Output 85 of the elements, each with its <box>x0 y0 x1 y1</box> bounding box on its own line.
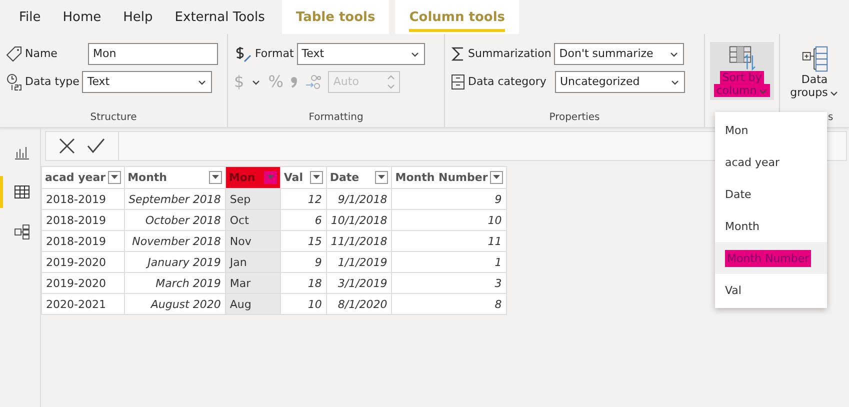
table-cell: March 2019 <box>124 272 226 294</box>
column-header[interactable]: acad year <box>42 166 124 188</box>
table-cell: October 2018 <box>124 210 226 230</box>
table-cell: 2018-2019 <box>42 188 124 210</box>
format-label: Format <box>255 47 294 60</box>
summarization-label: Summarization <box>468 47 552 60</box>
table-cell: Aug <box>225 294 280 314</box>
bar-chart-icon <box>14 144 30 160</box>
table-cell: 6 <box>280 210 326 230</box>
clock-number-icon <box>6 72 22 90</box>
tag-icon <box>6 46 22 62</box>
table-cell: Sep <box>225 188 280 210</box>
model-icon <box>14 224 30 240</box>
menu-item[interactable]: Date <box>715 178 827 210</box>
table-cell: 11 <box>392 230 506 252</box>
group-label: Formatting <box>308 112 364 125</box>
group-label: Properties <box>548 112 601 125</box>
filter-dropdown-icon[interactable] <box>310 171 323 184</box>
table-cell: January 2019 <box>124 252 226 272</box>
data-type-dropdown[interactable]: Text <box>82 70 212 92</box>
ribbon-tab[interactable]: File <box>8 0 52 34</box>
filter-dropdown-icon[interactable] <box>490 171 503 184</box>
table-cell: 1 <box>392 252 506 272</box>
table-cell: Nov <box>225 230 280 252</box>
filter-dropdown-icon[interactable] <box>375 171 388 184</box>
table-cell: 2019-2020 <box>42 272 124 294</box>
table-cell: Jan <box>225 252 280 272</box>
summarization-dropdown[interactable]: Don't summarize <box>554 42 684 64</box>
table-cell: Mar <box>225 272 280 294</box>
data-category-label: Data category <box>468 75 548 88</box>
group-label: s <box>828 112 834 123</box>
data-type-label: Data type <box>25 75 80 88</box>
menu-item[interactable]: Val <box>715 274 827 306</box>
table-cell: 8 <box>392 294 506 314</box>
ribbon-tab[interactable]: Home <box>52 0 112 34</box>
data-category-dropdown[interactable]: Uncategorized <box>555 70 685 92</box>
table-cell: 12 <box>280 188 326 210</box>
grouping-list-icon <box>800 45 828 73</box>
table-cell: 15 <box>280 230 326 252</box>
table-cell: 1/1/2019 <box>326 252 392 272</box>
menu-item[interactable]: Month <box>715 210 827 242</box>
table-cell: 9/1/2018 <box>326 188 392 210</box>
table-cell: 11/1/2018 <box>326 230 392 252</box>
check-icon[interactable] <box>86 137 106 155</box>
name-label: Name <box>25 47 58 60</box>
decimal-icon <box>305 74 322 90</box>
table-cell: 3 <box>392 272 506 294</box>
table-cell: 2019-2020 <box>42 252 124 272</box>
ribbon-tab[interactable]: External Tools <box>164 0 276 34</box>
sigma-icon <box>451 46 465 62</box>
data-groups-button[interactable]: Data groups <box>786 42 843 102</box>
table-cell: September 2018 <box>124 188 226 210</box>
column-header[interactable]: Val <box>280 166 326 188</box>
cabinet-icon <box>451 74 465 90</box>
close-icon[interactable] <box>58 137 76 155</box>
table-cell: November 2018 <box>124 230 226 252</box>
filter-dropdown-icon[interactable] <box>208 171 222 184</box>
spinner-icon <box>387 74 396 90</box>
menu-item[interactable]: Mon <box>715 114 827 146</box>
table-cell: 2018-2019 <box>42 230 124 252</box>
name-field[interactable]: Mon <box>88 42 218 64</box>
column-header[interactable]: Date <box>326 166 392 188</box>
column-header[interactable]: Month <box>124 166 226 188</box>
format-icon <box>234 44 252 62</box>
format-dropdown[interactable]: Text <box>296 42 425 64</box>
table-cell: 18 <box>280 272 326 294</box>
sort-table-icon <box>728 45 756 71</box>
table-cell: 3/1/2019 <box>326 272 392 294</box>
table-cell: 9 <box>280 252 326 272</box>
table-cell: 10 <box>280 294 326 314</box>
table-cell: 8/1/2020 <box>326 294 392 314</box>
ribbon-tab[interactable]: Help <box>112 0 164 34</box>
table-cell: 10/1/2018 <box>326 210 392 230</box>
menu-item[interactable]: acad year <box>715 146 827 178</box>
table-cell: 9 <box>392 188 506 210</box>
comma-icon <box>290 74 298 88</box>
table-cell: August 2020 <box>124 294 226 314</box>
filter-dropdown-icon[interactable] <box>108 171 121 184</box>
column-header[interactable]: Month Number <box>392 166 506 188</box>
table-cell: 2020-2021 <box>42 294 124 314</box>
table-cell: Oct <box>225 210 280 230</box>
table-cell: 10 <box>392 210 506 230</box>
group-label: Structure <box>89 112 138 125</box>
table-icon <box>14 184 30 200</box>
table-cell: 2018-2019 <box>42 210 124 230</box>
